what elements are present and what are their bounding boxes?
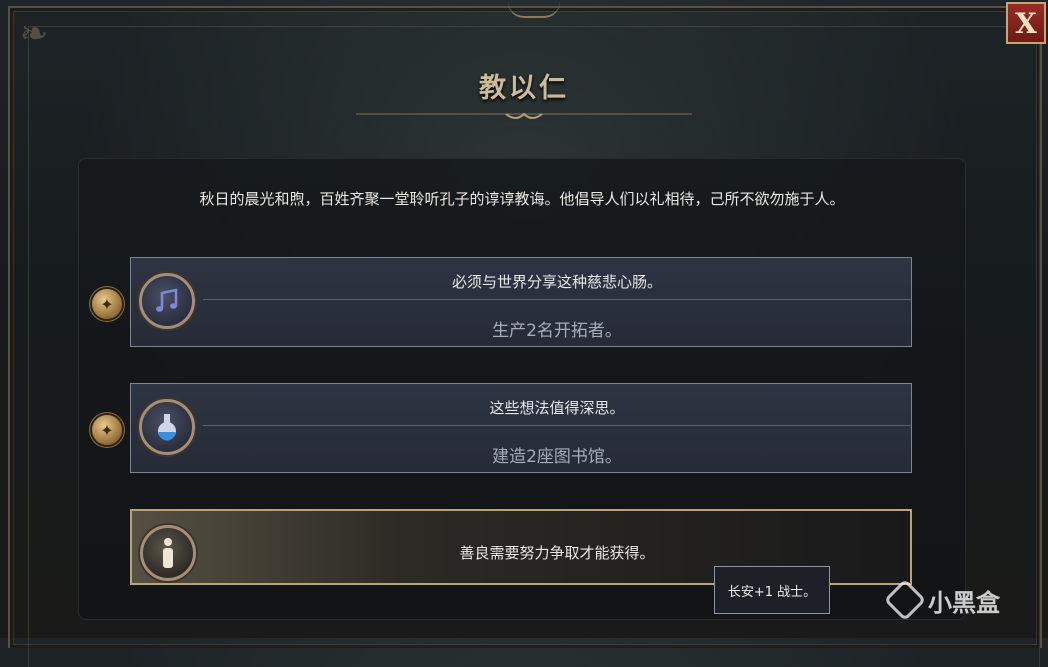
top-ornament: [508, 2, 560, 18]
tooltip: 长安+1 战士。: [714, 566, 830, 614]
corner-ornament-icon: ❧: [19, 14, 49, 54]
music-note-icon: [139, 273, 195, 329]
reward-badge-icon: ✦: [92, 289, 122, 319]
watermark-logo-icon: [883, 578, 927, 622]
choice-prompt: 必须与世界分享这种慈悲心肠。: [451, 273, 662, 291]
choice-prompt: 这些想法值得深思。: [489, 399, 625, 417]
choice-divider: [203, 425, 911, 426]
choice-option-2[interactable]: 这些想法值得深思。 建造2座图书馆。: [130, 383, 912, 473]
title-divider: [356, 112, 692, 119]
choice-option-1[interactable]: 必须与世界分享这种慈悲心肠。 生产2名开拓者。: [130, 257, 912, 347]
choice-effect: 建造2座图书馆。: [492, 447, 622, 467]
choice-prompt: 善良需要努力争取才能获得。: [459, 544, 655, 562]
event-description: 秋日的晨光和煦，百姓齐聚一堂聆听孔子的谆谆教诲。他倡导人们以礼相待，己所不欲勿施…: [199, 190, 845, 208]
reward-badge-icon: ✦: [92, 415, 122, 445]
close-button[interactable]: X: [1006, 2, 1046, 44]
choice-divider: [203, 299, 911, 300]
person-icon: [140, 525, 196, 581]
flask-icon: [139, 399, 195, 455]
choice-effect: 生产2名开拓者。: [492, 321, 622, 341]
dialog-title: 教以仁: [479, 73, 569, 104]
watermark-text: 小黑盒: [928, 588, 1000, 617]
watermark: 小黑盒: [883, 578, 1030, 622]
